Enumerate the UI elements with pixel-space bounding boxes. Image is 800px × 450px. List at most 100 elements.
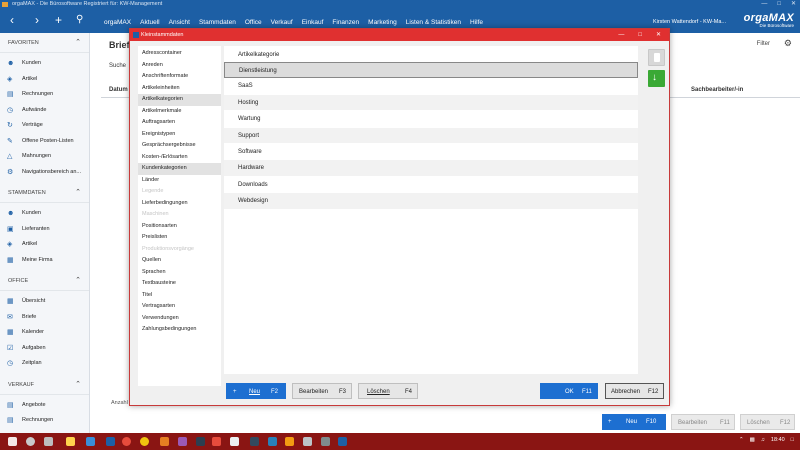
search-icon[interactable] <box>26 437 35 446</box>
list-item[interactable]: Downloads <box>224 177 638 194</box>
chevron-up-icon[interactable]: ⌃ <box>75 33 81 53</box>
move-down-button[interactable]: ↓ <box>648 70 665 87</box>
dialog-cancel-button[interactable]: Abbrechen F12 <box>605 383 664 399</box>
volume-icon[interactable]: ♫ <box>761 437 765 443</box>
sidebar-item-navigationsbereich-an-[interactable]: ⚙ Navigationsbereich an... <box>0 165 89 181</box>
add-icon[interactable]: + <box>55 13 62 27</box>
column-header-datum[interactable]: Datum <box>109 87 128 93</box>
minimize-icon[interactable]: — <box>618 29 624 41</box>
gear-icon[interactable]: ⚙ <box>784 38 792 49</box>
app-icon[interactable] <box>106 437 115 446</box>
sidebar-item-kunden[interactable]: ☻ Kunden <box>0 206 89 222</box>
sidebar-section-office[interactable]: OFFICE ⌃ <box>0 271 89 291</box>
sidebar-item-angebote[interactable]: ▤ Angebote <box>0 398 89 414</box>
sidebar-item-artikel[interactable]: ◈ Artikel <box>0 237 89 253</box>
chevron-up-icon[interactable]: ⌃ <box>739 437 744 443</box>
category-item[interactable]: Länder <box>138 175 221 187</box>
sidebar-item-mahnungen[interactable]: △ Mahnungen <box>0 149 89 165</box>
sidebar-item-rechnungen[interactable]: ▤ Rechnungen <box>0 87 89 103</box>
sidebar-item-kalender[interactable]: ▦ Kalender <box>0 325 89 341</box>
category-item[interactable]: Auftragsarten <box>138 117 221 129</box>
menu-item-listen-statistiken[interactable]: Listen & Statistiken <box>406 19 461 26</box>
network-icon[interactable]: ▩ <box>750 437 755 443</box>
menu-item-einkauf[interactable]: Einkauf <box>302 19 324 26</box>
category-item[interactable]: Anschriftenformate <box>138 71 221 83</box>
list-item[interactable]: Software <box>224 144 638 161</box>
sidebar-item-briefe[interactable]: ✉ Briefe <box>0 310 89 326</box>
search-label[interactable]: Suche <box>109 63 126 69</box>
list-item[interactable]: Wartung <box>224 111 638 128</box>
category-item[interactable]: Adresscontainer <box>138 48 221 60</box>
delete-entry-button[interactable] <box>648 49 665 66</box>
menu-item-marketing[interactable]: Marketing <box>368 19 397 26</box>
dialog-ok-button[interactable]: OK F11 <box>540 383 598 399</box>
category-item[interactable]: Sprachen <box>138 267 221 279</box>
sidebar-item-zeitplan[interactable]: ◷ Zeitplan <box>0 356 89 372</box>
category-item[interactable]: Titel <box>138 290 221 302</box>
sidebar-section-favoriten[interactable]: FAVORITEN ⌃ <box>0 33 89 53</box>
app-icon[interactable] <box>196 437 205 446</box>
dialog-new-button[interactable]: + Neu F2 <box>226 383 286 399</box>
menu-item-hilfe[interactable]: Hilfe <box>470 19 483 26</box>
main-edit-button[interactable]: Bearbeiten F11 <box>671 414 735 430</box>
minimize-icon[interactable]: — <box>761 0 767 9</box>
orgamax-icon[interactable] <box>338 437 347 446</box>
category-item[interactable]: Gesprächsergebnisse <box>138 140 221 152</box>
sidebar-item-artikel[interactable]: ◈ Artikel <box>0 72 89 88</box>
vivaldi-icon[interactable] <box>122 437 131 446</box>
main-delete-button[interactable]: Löschen F12 <box>740 414 795 430</box>
app-icon[interactable] <box>178 437 187 446</box>
app-icon[interactable] <box>285 437 294 446</box>
app-icon[interactable] <box>230 437 239 446</box>
category-item[interactable]: Zahlungsbedingungen <box>138 324 221 336</box>
sidebar-section-stammdaten[interactable]: STAMMDATEN ⌃ <box>0 183 89 203</box>
sidebar-item-meine-firma[interactable]: ▦ Meine Firma <box>0 253 89 269</box>
filter-button[interactable]: Filter <box>757 41 770 47</box>
category-item[interactable]: Anreden <box>138 60 221 72</box>
forward-icon[interactable]: › <box>35 13 39 27</box>
start-icon[interactable] <box>8 437 17 446</box>
app-icon[interactable] <box>250 437 259 446</box>
sidebar-item-rechnungen[interactable]: ▤ Rechnungen <box>0 413 89 429</box>
search-icon[interactable]: ⚲ <box>76 13 83 27</box>
category-item[interactable]: Artikelkategorien <box>138 94 221 106</box>
list-item[interactable]: Hardware <box>224 160 638 177</box>
sidebar-item-kunden[interactable]: ☻ Kunden <box>0 56 89 72</box>
menu-item-office[interactable]: Office <box>245 19 262 26</box>
menu-item-verkauf[interactable]: Verkauf <box>271 19 293 26</box>
list-item[interactable]: Dienstleistung <box>224 62 638 79</box>
edge-icon[interactable] <box>86 437 95 446</box>
dialog-delete-button[interactable]: Löschen F4 <box>358 383 418 399</box>
clock-text[interactable]: 18:40 <box>771 437 785 443</box>
sidebar-item-übersicht[interactable]: ▦ Übersicht <box>0 294 89 310</box>
explorer-icon[interactable] <box>66 437 75 446</box>
list-item[interactable]: SaaS <box>224 78 638 95</box>
app-icon[interactable] <box>160 437 169 446</box>
main-new-button[interactable]: + Neu F10 <box>602 414 666 430</box>
menu-item-ansicht[interactable]: Ansicht <box>169 19 190 26</box>
task-view-icon[interactable] <box>44 437 53 446</box>
chevron-up-icon[interactable]: ⌃ <box>75 375 81 395</box>
user-name[interactable]: Kirsten Wattendorf - KW-Ma... <box>653 19 726 25</box>
chrome-icon[interactable] <box>140 437 149 446</box>
category-item[interactable]: Kundenkategorien <box>138 163 221 175</box>
sidebar-item-offene-posten-listen[interactable]: ✎ Offene Posten-Listen <box>0 134 89 150</box>
maximize-icon[interactable]: □ <box>638 29 642 41</box>
dialog-edit-button[interactable]: Bearbeiten F3 <box>292 383 352 399</box>
maximize-icon[interactable]: □ <box>777 0 781 9</box>
sidebar-item-aufwände[interactable]: ◷ Aufwände <box>0 103 89 119</box>
column-header-sachbearbeiter[interactable]: Sachbearbeiter/-in <box>691 87 743 93</box>
category-item[interactable]: Artikelmerkmale <box>138 106 221 118</box>
list-item[interactable]: Webdesign <box>224 193 638 210</box>
sidebar-item-aufgaben[interactable]: ☑ Aufgaben <box>0 341 89 357</box>
category-item[interactable]: Positionsarten <box>138 221 221 233</box>
chevron-up-icon[interactable]: ⌃ <box>75 183 81 203</box>
sidebar-item-lieferanten[interactable]: ▣ Lieferanten <box>0 222 89 238</box>
list-item[interactable]: Hosting <box>224 94 638 112</box>
app-icon[interactable] <box>268 437 277 446</box>
chevron-up-icon[interactable]: ⌃ <box>75 271 81 291</box>
app-icon[interactable] <box>321 437 330 446</box>
sidebar-item-verträge[interactable]: ↻ Verträge <box>0 118 89 134</box>
category-item[interactable]: Lieferbedingungen <box>138 198 221 210</box>
sidebar-section-verkauf[interactable]: VERKAUF ⌃ <box>0 375 89 395</box>
